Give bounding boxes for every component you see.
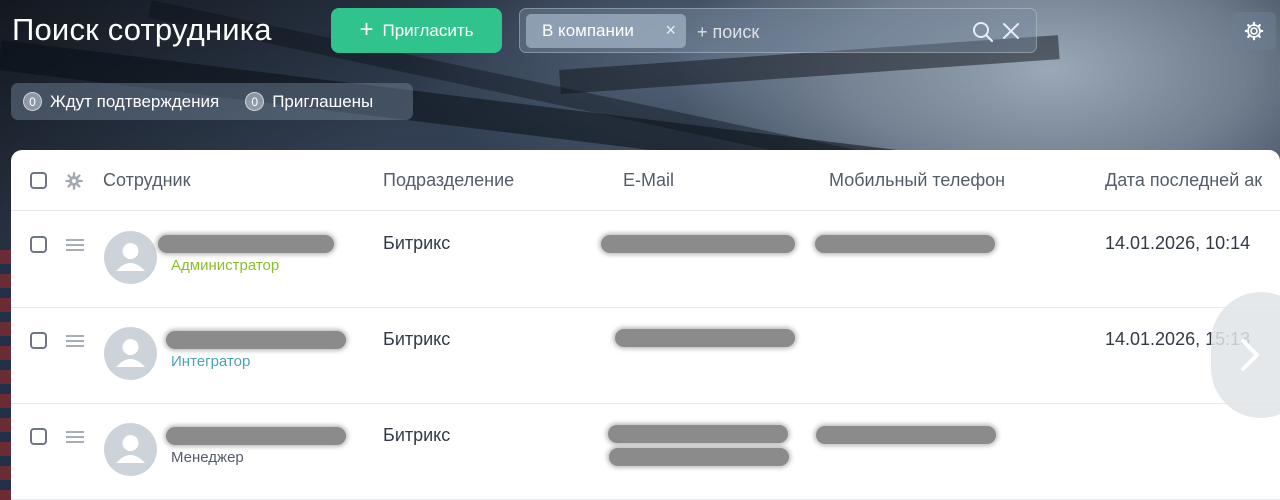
user-icon xyxy=(116,339,145,367)
counter-invited[interactable]: 0 Приглашены xyxy=(245,92,373,112)
column-department[interactable]: Подразделение xyxy=(383,170,514,191)
employee-department: Битрикс xyxy=(383,425,451,445)
invite-button[interactable]: + Пригласить xyxy=(331,8,502,53)
counter-badge: 0 xyxy=(245,92,265,111)
employee-name-redacted[interactable] xyxy=(166,427,346,445)
avatar[interactable] xyxy=(104,423,157,476)
employee-department: Битрикс xyxy=(383,233,451,253)
employee-name-redacted[interactable] xyxy=(158,235,334,253)
column-mobile-phone[interactable]: Мобильный телефон xyxy=(829,170,1005,191)
search-icon[interactable] xyxy=(971,20,995,44)
chevron-right-icon xyxy=(1241,339,1259,371)
select-all-checkbox[interactable] xyxy=(30,172,47,189)
email-redacted xyxy=(609,448,789,466)
gear-icon xyxy=(1244,21,1264,41)
counters-bar: 0 Ждут подтверждения 0 Приглашены xyxy=(11,83,413,120)
counter-awaiting-confirmation[interactable]: 0 Ждут подтверждения xyxy=(23,92,219,112)
search-input[interactable] xyxy=(695,14,959,50)
employee-role: Интегратор xyxy=(171,353,251,370)
user-icon xyxy=(116,243,145,271)
email-redacted xyxy=(615,329,795,347)
email-redacted xyxy=(608,425,788,443)
employee-name-redacted[interactable] xyxy=(166,331,346,349)
avatar[interactable] xyxy=(104,327,157,380)
avatar[interactable] xyxy=(104,231,157,284)
column-employee[interactable]: Сотрудник xyxy=(103,170,190,191)
page-title: Поиск сотрудника xyxy=(12,12,272,47)
table-header: Сотрудник Подразделение E-Mail Мобильный… xyxy=(11,150,1280,211)
employee-department: Битрикс xyxy=(383,329,451,349)
phone-redacted xyxy=(815,235,995,253)
counter-badge: 0 xyxy=(23,92,42,111)
last-activity-date: 14.01.2026, 10:14 xyxy=(1105,233,1251,253)
row-checkbox[interactable] xyxy=(30,236,47,253)
clear-search-icon[interactable] xyxy=(1000,20,1022,42)
employee-role: Менеджер xyxy=(171,449,244,466)
drag-handle-icon[interactable] xyxy=(66,431,84,443)
filter-chip-label: В компании xyxy=(542,21,634,40)
employee-role: Администратор xyxy=(171,257,280,274)
close-icon[interactable]: × xyxy=(665,20,676,41)
plus-icon: + xyxy=(359,15,374,43)
settings-button[interactable] xyxy=(1232,12,1276,50)
row-checkbox[interactable] xyxy=(30,332,47,349)
email-redacted xyxy=(601,235,795,253)
table-row[interactable]: Администратор Битрикс 14.01.2026, 10:14 xyxy=(11,211,1280,308)
table-row[interactable]: Менеджер Битрикс xyxy=(11,403,1280,500)
phone-redacted xyxy=(816,426,996,444)
filter-chip[interactable]: В компании × xyxy=(526,14,686,48)
search-bar[interactable]: В компании × xyxy=(519,8,1037,53)
drag-handle-icon[interactable] xyxy=(66,239,84,251)
column-settings-icon[interactable] xyxy=(65,172,83,190)
counter-label: Приглашены xyxy=(272,91,374,111)
row-checkbox[interactable] xyxy=(30,428,47,445)
table-row[interactable]: Интегратор Битрикс 14.01.2026, 15:13 xyxy=(11,307,1280,404)
counter-label: Ждут подтверждения xyxy=(50,91,220,111)
scroll-right-button[interactable] xyxy=(1211,292,1280,418)
column-email[interactable]: E-Mail xyxy=(623,170,674,191)
invite-button-label: Пригласить xyxy=(382,20,474,40)
user-icon xyxy=(116,435,145,463)
employee-table: Сотрудник Подразделение E-Mail Мобильный… xyxy=(11,150,1280,500)
drag-handle-icon[interactable] xyxy=(66,335,84,347)
column-last-activity[interactable]: Дата последней ак xyxy=(1105,170,1262,191)
